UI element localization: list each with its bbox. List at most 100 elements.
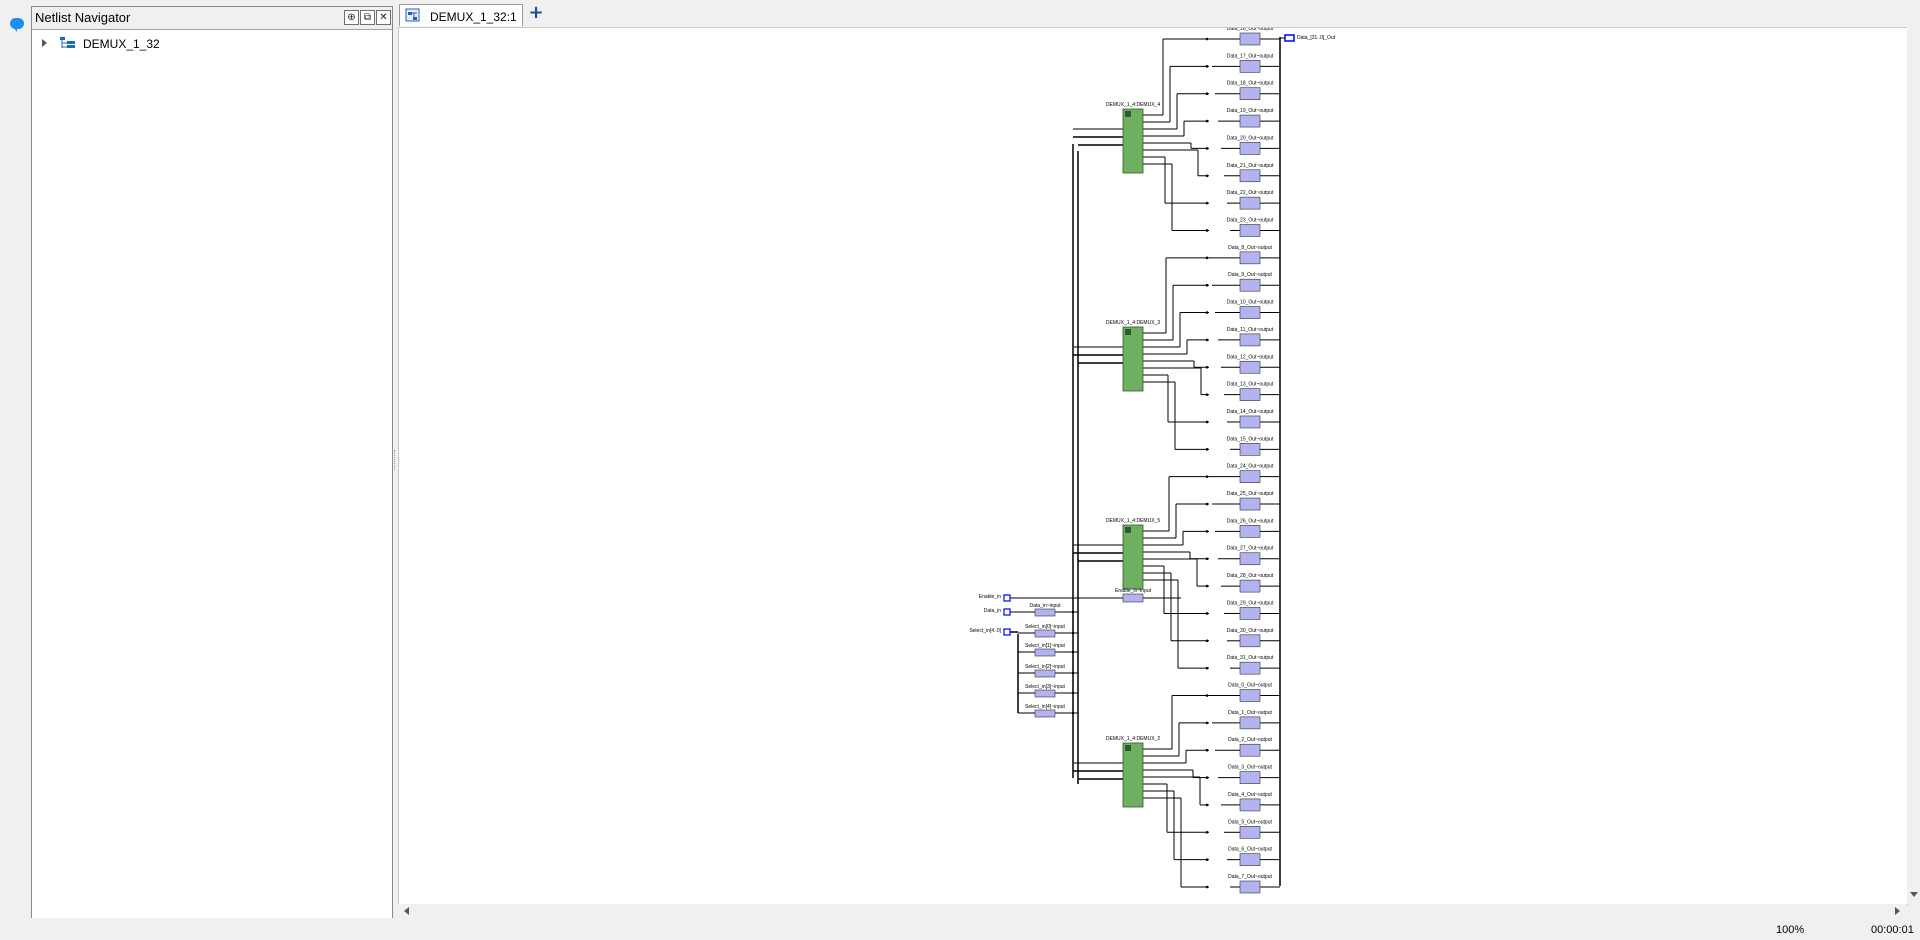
input-pin[interactable] — [1034, 689, 1056, 698]
output-pin[interactable] — [1239, 497, 1261, 511]
output-pin-label: Data_0_Out~output — [1228, 683, 1272, 689]
chat-icon[interactable] — [10, 18, 24, 32]
junction-dot — [1205, 393, 1209, 396]
output-pin[interactable] — [1239, 552, 1261, 566]
output-pin[interactable] — [1239, 251, 1261, 265]
output-pin-label: Data_10_Out~output — [1227, 300, 1274, 306]
output-pin[interactable] — [1239, 661, 1261, 675]
input-port-label: Enable_in — [979, 594, 1001, 600]
output-port-label: Data_[31..0]_Out — [1297, 35, 1336, 41]
schematic-view[interactable]: Data_16_Out~output Data_17_Out~output Data… — [399, 26, 1907, 905]
demux-instance[interactable] — [1122, 108, 1144, 174]
junction-dot — [1205, 721, 1209, 725]
output-pin[interactable] — [1239, 443, 1261, 456]
input-port-label: Select_in[4..0] — [969, 628, 1001, 634]
output-pin-label: Data_16_Out~output — [1227, 28, 1274, 32]
output-pin[interactable] — [1239, 360, 1261, 374]
input-pin[interactable] — [1034, 648, 1056, 657]
output-pin[interactable] — [1239, 525, 1261, 538]
input-pin-label: Data_in~input — [1030, 603, 1062, 609]
junction-dot — [1071, 671, 1075, 675]
output-pin[interactable] — [1239, 853, 1261, 866]
output-pin[interactable] — [1239, 388, 1261, 401]
junction-dot — [1205, 612, 1209, 615]
demux-instance[interactable] — [1122, 524, 1144, 590]
output-pin-label: Data_28_Out~output — [1227, 573, 1274, 579]
junction-dot — [1205, 92, 1209, 96]
output-pin[interactable] — [1239, 32, 1261, 46]
output-pin[interactable] — [1239, 470, 1261, 483]
float-icon[interactable]: ⧉ — [360, 10, 375, 25]
enable-pin[interactable] — [1122, 593, 1144, 603]
instance-label: DEMUX_1_4:DEMUX_4 — [1106, 102, 1160, 108]
panel-splitter[interactable] — [394, 450, 397, 470]
output-pin[interactable] — [1239, 607, 1261, 620]
output-pin[interactable] — [1239, 743, 1261, 757]
output-pin[interactable] — [1239, 825, 1261, 839]
output-pin[interactable] — [1239, 114, 1261, 128]
close-icon[interactable]: ✕ — [376, 10, 391, 25]
expand-arrow-icon[interactable] — [42, 39, 47, 47]
instance-label: DEMUX_1_4:DEMUX_2 — [1106, 736, 1160, 742]
output-pin-label: Data_30_Out~output — [1227, 628, 1274, 634]
scroll-down-icon[interactable] — [1910, 892, 1918, 897]
junction-dot — [1205, 858, 1209, 861]
junction-dot — [1071, 691, 1075, 695]
output-pin[interactable] — [1239, 716, 1261, 730]
junction-dot — [1071, 610, 1075, 614]
output-pin[interactable] — [1239, 689, 1261, 702]
tree-item-demux[interactable]: DEMUX_1_32 — [36, 34, 236, 54]
output-pin-label: Data_7_Out~output — [1228, 874, 1272, 880]
output-pin[interactable] — [1239, 142, 1261, 155]
output-pin[interactable] — [1239, 196, 1261, 210]
tab-demux-schematic[interactable]: DEMUX_1_32:1 — [399, 4, 523, 26]
output-pin[interactable] — [1239, 880, 1261, 894]
output-pin[interactable] — [1239, 306, 1261, 319]
output-pin-label: Data_1_Out~output — [1228, 710, 1272, 716]
input-pin-label: Select_in[4]~input — [1025, 704, 1066, 710]
output-pin[interactable] — [1239, 771, 1261, 784]
output-pin[interactable] — [1239, 634, 1261, 648]
input-pin[interactable] — [1034, 629, 1056, 638]
junction-dot — [1205, 365, 1209, 369]
input-pin[interactable] — [1034, 709, 1056, 718]
output-pin[interactable] — [1239, 798, 1261, 812]
vertical-scrollbar[interactable] — [1907, 27, 1920, 904]
output-pin[interactable] — [1239, 278, 1261, 292]
output-pin[interactable] — [1239, 169, 1261, 183]
junction-dot — [1205, 776, 1209, 779]
output-pin-label: Data_15_Out~output — [1227, 436, 1274, 442]
output-port[interactable] — [1284, 34, 1295, 42]
input-pin[interactable] — [1034, 669, 1056, 678]
input-port[interactable] — [1003, 594, 1011, 602]
output-pin-label: Data_6_Out~output — [1228, 847, 1272, 853]
pin-icon[interactable]: ⊕ — [344, 10, 359, 25]
junction-dot — [1205, 420, 1209, 424]
junction-dot — [1205, 584, 1209, 588]
scroll-left-icon[interactable] — [404, 907, 409, 915]
enable-pin-label: Enable_in~input — [1115, 588, 1152, 594]
horizontal-scrollbar[interactable] — [398, 904, 1907, 918]
junction-dot — [1205, 174, 1209, 178]
junction-dot — [1205, 147, 1209, 150]
add-tab-button[interactable]: + — [527, 4, 545, 24]
output-pin[interactable] — [1239, 415, 1261, 429]
instance-chip-icon — [1125, 745, 1131, 751]
output-pin-label: Data_23_Out~output — [1227, 217, 1274, 223]
output-pin[interactable] — [1239, 60, 1261, 73]
scroll-right-icon[interactable] — [1895, 907, 1900, 915]
schematic-canvas[interactable]: Data_16_Out~output Data_17_Out~output Data… — [398, 26, 1908, 906]
output-pin-label: Data_21_Out~output — [1227, 163, 1274, 169]
output-pin[interactable] — [1239, 87, 1261, 101]
junction-dot — [1205, 119, 1209, 123]
output-pin[interactable] — [1239, 333, 1261, 347]
output-pin[interactable] — [1239, 579, 1261, 593]
demux-instance[interactable] — [1122, 742, 1144, 808]
junction-dot — [1071, 631, 1075, 635]
output-pin-label: Data_4_Out~output — [1228, 792, 1272, 798]
input-pin[interactable] — [1034, 608, 1056, 617]
input-port[interactable] — [1003, 608, 1011, 616]
output-pin[interactable] — [1239, 224, 1261, 237]
demux-instance[interactable] — [1122, 326, 1144, 392]
input-port[interactable] — [1003, 628, 1011, 636]
